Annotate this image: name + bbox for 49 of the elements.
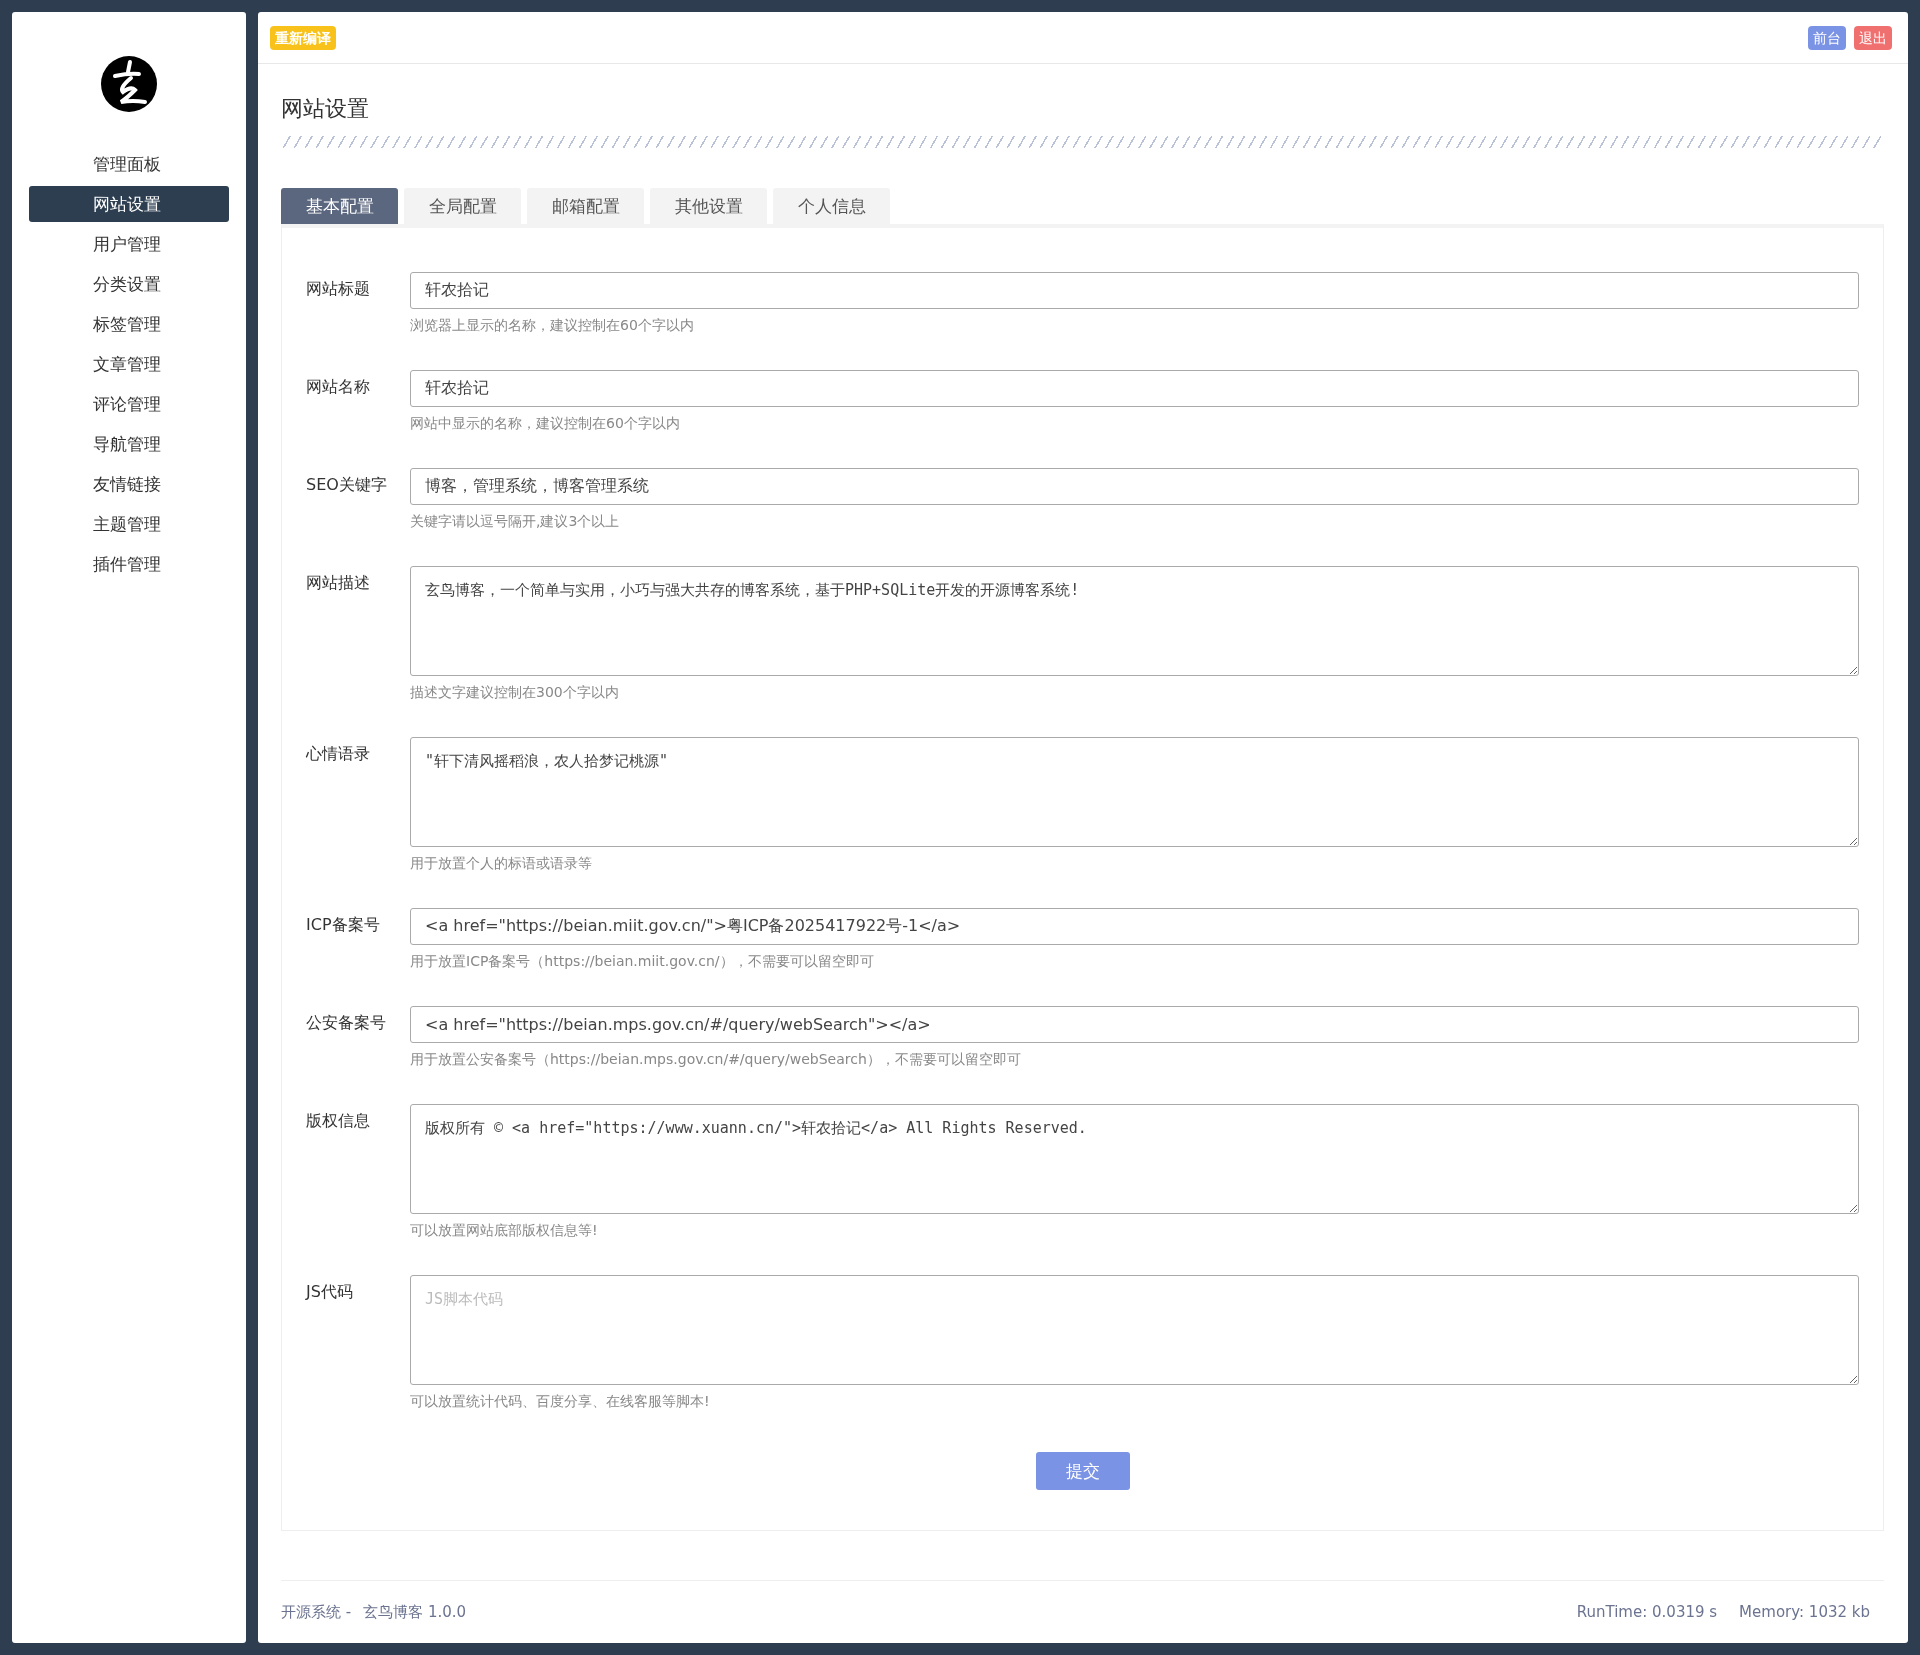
- field-hint: 描述文字建议控制在300个字以内: [410, 684, 620, 702]
- input-field[interactable]: <a href="https://beian.mps.gov.cn/#/query/webSearch"></a>: [410, 1006, 1859, 1043]
- field-label: 版权信息: [306, 1110, 371, 1132]
- input-field[interactable]: 博客，管理系统，博客管理系统: [410, 468, 1859, 505]
- field-label: JS代码: [306, 1281, 354, 1303]
- sidebar-item[interactable]: 用户管理: [29, 226, 229, 262]
- field-hint: 浏览器上显示的名称，建议控制在60个字以内: [410, 317, 695, 335]
- text-area[interactable]: "轩下清风摇稻浪，农人拾梦记桃源": [410, 737, 1859, 847]
- tab[interactable]: 全局配置: [404, 188, 521, 224]
- field-hint: 用于放置公安备案号（https://beian.mps.gov.cn/#/query/webSearch），不需要可以留空即可: [410, 1051, 1022, 1069]
- memory-text: Memory: 1032 kb: [1739, 1603, 1870, 1621]
- field-hint: 关键字请以逗号隔开,建议3个以上: [410, 513, 621, 531]
- field-label: 网站标题: [306, 278, 371, 300]
- field-label: 网站描述: [306, 572, 371, 594]
- tab[interactable]: 个人信息: [773, 188, 890, 224]
- input-field[interactable]: 轩农拾记: [410, 370, 1859, 407]
- sidebar-item[interactable]: 标签管理: [29, 306, 229, 342]
- text-area[interactable]: 玄鸟博客，一个简单与实用，小巧与强大共存的博客系统，基于PHP+SQLite开发的开源博客系统!: [410, 566, 1859, 676]
- sidebar-item[interactable]: 插件管理: [29, 546, 229, 582]
- field-label: ICP备案号: [306, 914, 381, 936]
- field-hint: 用于放置个人的标语或语录等: [410, 855, 593, 873]
- sidebar-item[interactable]: 分类设置: [29, 266, 229, 302]
- text-area[interactable]: 版权所有 © <a href="https://www.xuann.cn/">轩农拾记</a> All Rights Reserved.: [410, 1104, 1859, 1214]
- sidebar-item[interactable]: 管理面板: [29, 146, 229, 182]
- runtime-text: RunTime: 0.0319 s: [1576, 1603, 1718, 1621]
- field-hint: 用于放置ICP备案号（https://beian.miit.gov.cn/），不需要可以留空即可: [410, 953, 875, 971]
- input-field[interactable]: 轩农拾记: [410, 272, 1859, 309]
- field-label: SEO关键字: [306, 474, 388, 496]
- field-hint: 可以放置统计代码、百度分享、在线客服等脚本!: [410, 1393, 711, 1411]
- footer-product: 玄鸟博客 1.0.0: [363, 1602, 467, 1622]
- text-area[interactable]: JS脚本代码: [410, 1275, 1859, 1385]
- tab[interactable]: 其他设置: [650, 188, 767, 224]
- logo-icon: [101, 56, 157, 112]
- sidebar-item[interactable]: 友情链接: [29, 466, 229, 502]
- sidebar-item[interactable]: 导航管理: [29, 426, 229, 462]
- page-title: 网站设置: [281, 95, 370, 123]
- input-field[interactable]: <a href="https://beian.miit.gov.cn/">粤ICP备2025417922号-1</a>: [410, 908, 1859, 945]
- field-hint: 可以放置网站底部版权信息等!: [410, 1222, 599, 1240]
- sidebar-item[interactable]: 网站设置: [29, 186, 229, 222]
- tab[interactable]: 邮箱配置: [527, 188, 644, 224]
- footer-text: 开源系统 -: [281, 1602, 352, 1622]
- sidebar-item[interactable]: 主题管理: [29, 506, 229, 542]
- field-label: 网站名称: [306, 376, 371, 398]
- tab[interactable]: 基本配置: [281, 188, 398, 224]
- field-label: 公安备案号: [306, 1012, 387, 1034]
- field-label: 心情语录: [306, 743, 371, 765]
- sidebar-item[interactable]: 评论管理: [29, 386, 229, 422]
- field-hint: 网站中显示的名称，建议控制在60个字以内: [410, 415, 681, 433]
- sidebar-item[interactable]: 文章管理: [29, 346, 229, 382]
